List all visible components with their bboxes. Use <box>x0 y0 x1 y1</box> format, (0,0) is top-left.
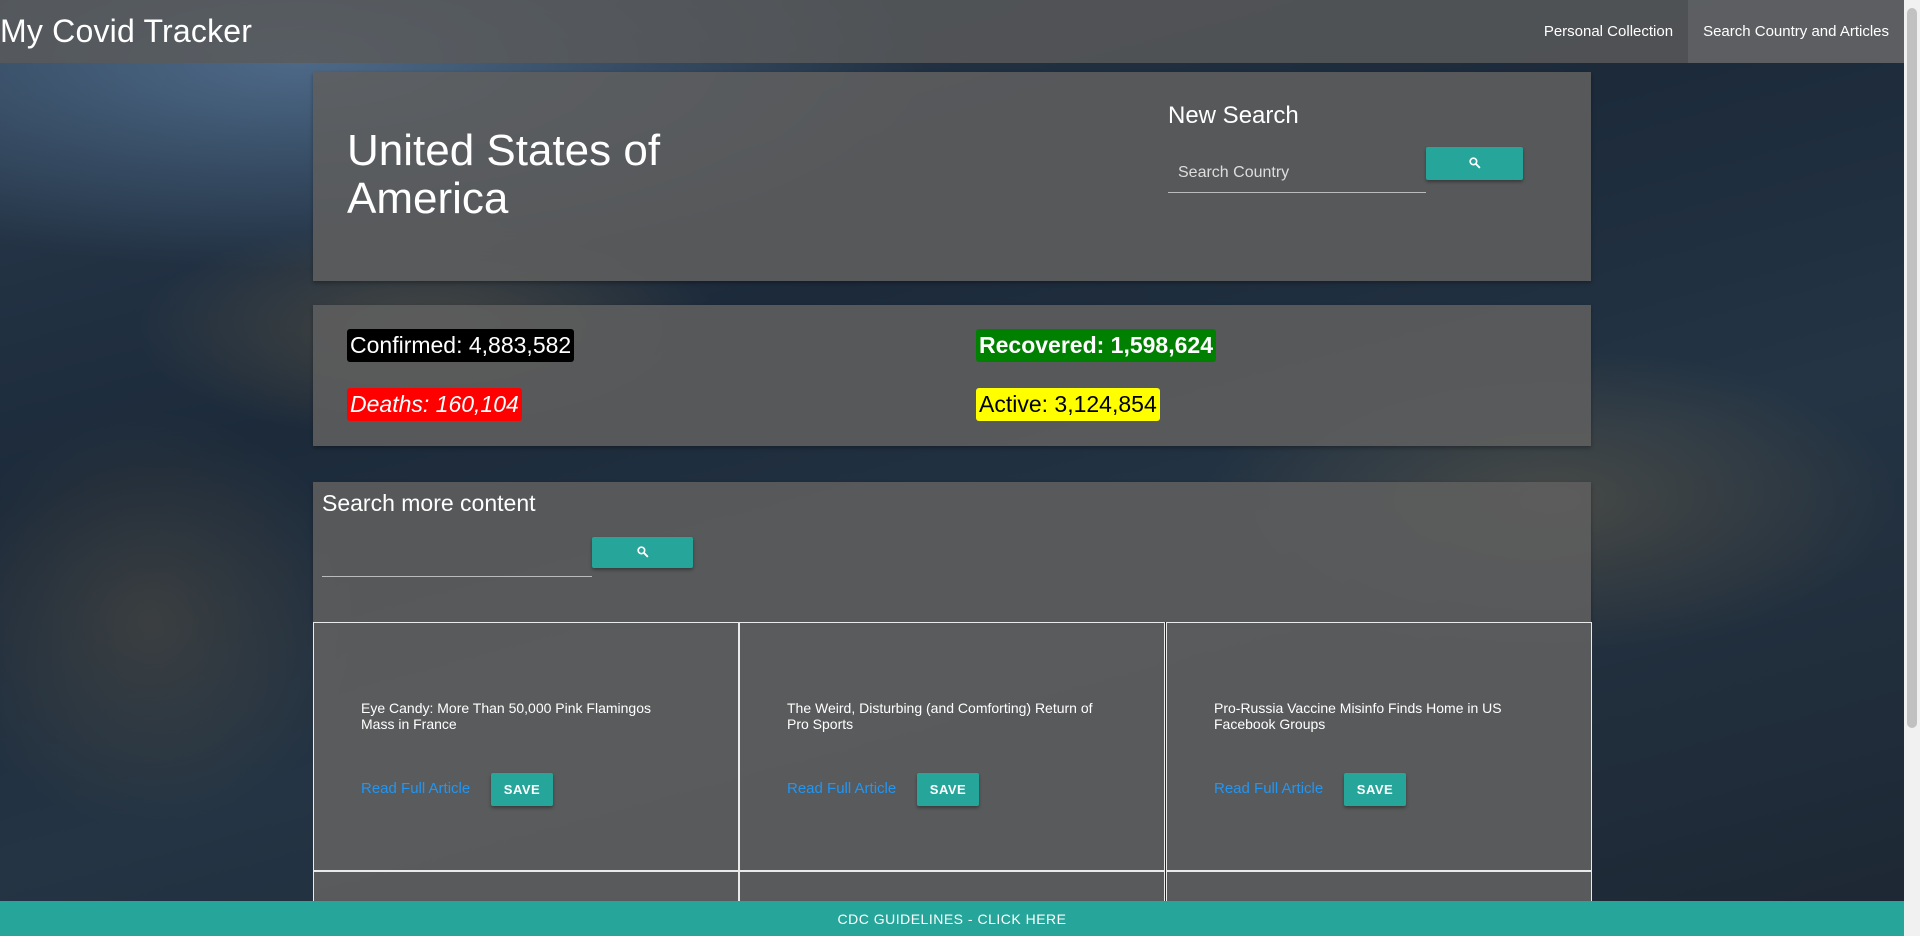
new-search-heading: New Search <box>1168 102 1299 129</box>
content-search-panel: Search more content <box>313 482 1591 622</box>
country-name: United States of America <box>347 126 661 223</box>
scrollbar-thumb[interactable] <box>1907 8 1917 728</box>
cdc-guidelines-footer[interactable]: CDC GUIDELINES - CLICK HERE <box>0 901 1904 936</box>
save-button[interactable]: SAVE <box>491 773 553 806</box>
country-search-button[interactable] <box>1426 147 1523 180</box>
article-title: Eye Candy: More Than 50,000 Pink Flaming… <box>361 700 652 732</box>
article-card: Pro-Russia Vaccine Misinfo Finds Home in… <box>1166 622 1592 871</box>
nav-personal-collection[interactable]: Personal Collection <box>1529 0 1688 63</box>
article-card: The Weird, Disturbing (and Comforting) R… <box>739 622 1165 871</box>
article-card: Eye Candy: More Than 50,000 Pink Flaming… <box>313 622 739 871</box>
nav-links: Personal Collection Search Country and A… <box>1529 0 1904 63</box>
articles-grid: Eye Candy: More Than 50,000 Pink Flaming… <box>313 622 1592 922</box>
country-search-input[interactable] <box>1168 153 1426 193</box>
brand-logo[interactable]: My Covid Tracker <box>0 13 252 50</box>
confirmed-stat: Confirmed: 4,883,582 <box>347 329 575 362</box>
read-full-article-link[interactable]: Read Full Article <box>1214 780 1323 797</box>
read-full-article-link[interactable]: Read Full Article <box>787 780 896 797</box>
article-title: The Weird, Disturbing (and Comforting) R… <box>787 700 1093 732</box>
save-button[interactable]: SAVE <box>1344 773 1406 806</box>
deaths-stat: Deaths: 160,104 <box>347 388 522 421</box>
save-button[interactable]: SAVE <box>917 773 979 806</box>
search-icon <box>636 545 649 561</box>
top-navbar: My Covid Tracker Personal Collection Sea… <box>0 0 1904 63</box>
active-stat: Active: 3,124,854 <box>976 388 1160 421</box>
read-full-article-link[interactable]: Read Full Article <box>361 780 470 797</box>
country-panel: United States of America New Search <box>313 72 1591 281</box>
search-icon <box>1468 156 1481 172</box>
page-scrollbar[interactable] <box>1904 0 1920 936</box>
article-title: Pro-Russia Vaccine Misinfo Finds Home in… <box>1214 700 1502 732</box>
stats-panel: Confirmed: 4,883,582 Deaths: 160,104 Rec… <box>313 305 1591 446</box>
recovered-stat: Recovered: 1,598,624 <box>976 329 1216 362</box>
nav-search-country-articles[interactable]: Search Country and Articles <box>1688 0 1904 63</box>
content-search-button[interactable] <box>592 537 693 568</box>
content-search-input[interactable] <box>322 537 592 577</box>
content-search-heading: Search more content <box>322 490 536 516</box>
